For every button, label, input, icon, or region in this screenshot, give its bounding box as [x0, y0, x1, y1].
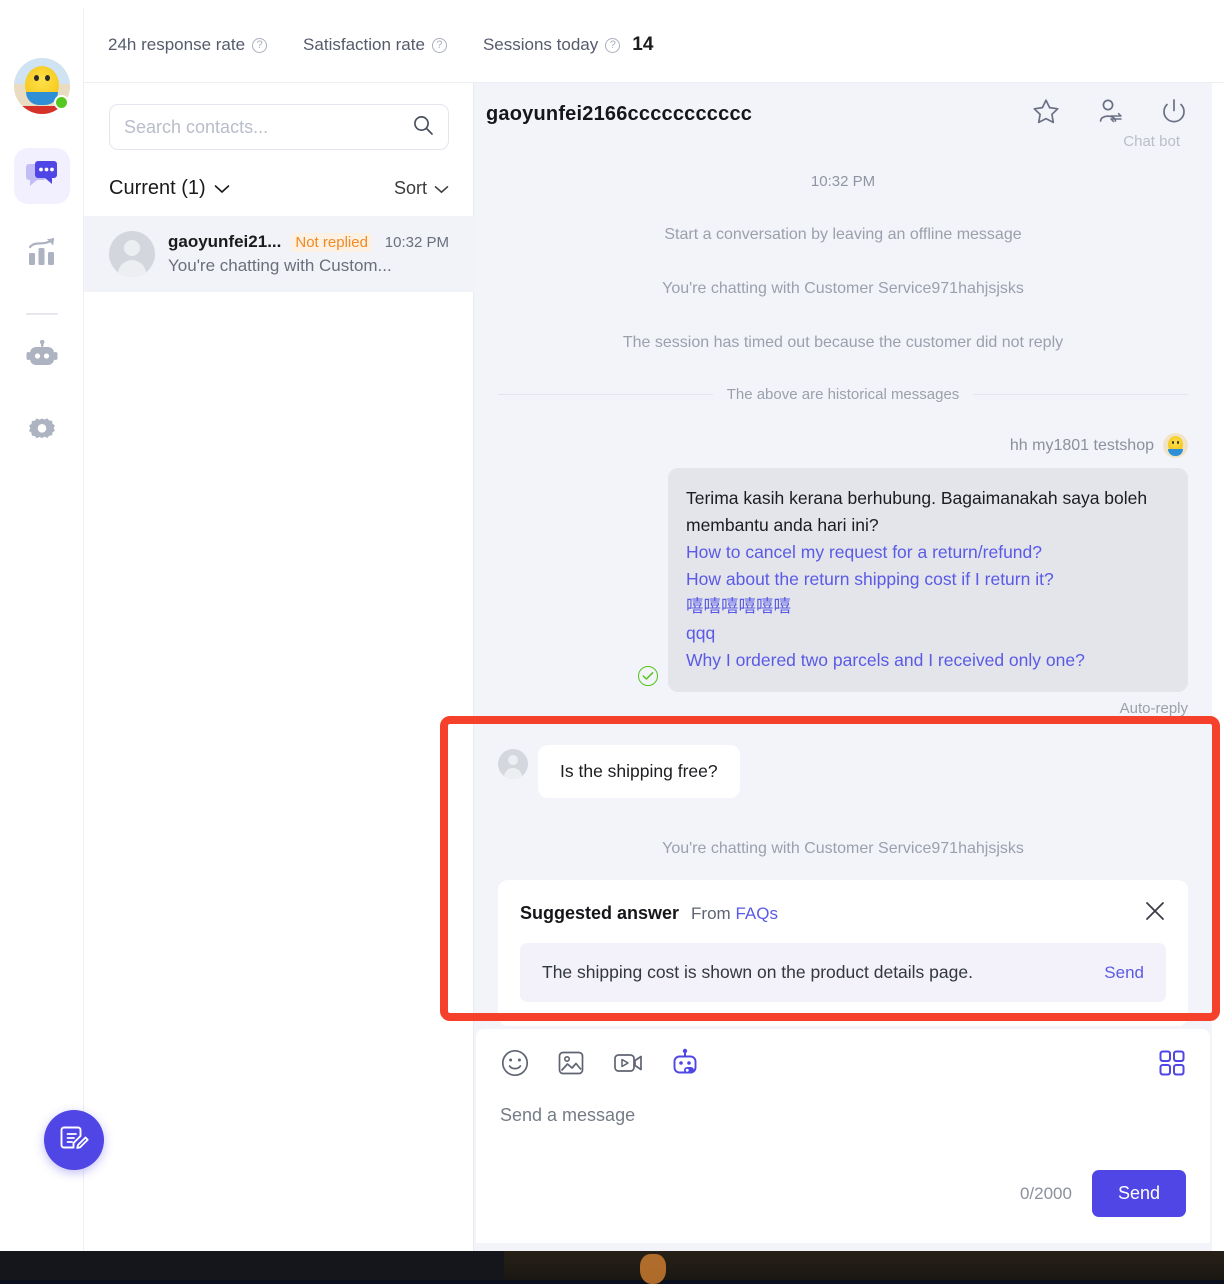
suggested-answer-header: Suggested answer From FAQs	[520, 900, 1166, 927]
metric-label: Sessions today	[482, 35, 599, 54]
search-icon[interactable]	[412, 114, 434, 141]
contacts-filter-row: Current (1) Sort	[109, 168, 449, 208]
image-icon[interactable]	[556, 1048, 586, 1083]
chevron-down-icon	[214, 177, 230, 200]
close-icon[interactable]	[1144, 900, 1166, 927]
incoming-message-row: Is the shipping free?	[498, 745, 1188, 798]
help-icon[interactable]: ?	[431, 37, 447, 53]
current-filter-label: Current (1)	[109, 176, 206, 199]
video-icon[interactable]	[612, 1048, 644, 1083]
avatar	[498, 749, 528, 779]
outgoing-message-row: Terima kasih kerana berhubung. Bagaimana…	[498, 468, 1188, 692]
bot-reply-icon[interactable]	[670, 1048, 700, 1083]
character-count: 0/2000	[1019, 1183, 1072, 1203]
search-contacts-box[interactable]	[109, 104, 449, 150]
sent-check-icon	[638, 666, 658, 686]
from-label: From	[691, 903, 731, 923]
message-text: Terima kasih kerana berhubung. Bagaimana…	[686, 488, 1148, 535]
outgoing-sender-row: hh my1801 testshop	[498, 433, 1188, 458]
message-bubble-outgoing: Terima kasih kerana berhubung. Bagaimana…	[668, 468, 1188, 692]
contact-time: 10:32 PM	[384, 233, 449, 251]
quick-reply-link[interactable]: Why I ordered two parcels and I received…	[686, 647, 1166, 674]
avatar	[1163, 433, 1188, 458]
emoji-icon[interactable]	[500, 1048, 530, 1083]
robot-icon	[26, 339, 58, 377]
settings-gear-icon	[26, 415, 58, 452]
system-message: You're chatting with Customer Service971…	[662, 840, 1024, 857]
faqs-link[interactable]: FAQs	[735, 904, 778, 923]
help-icon[interactable]: ?	[605, 37, 621, 53]
compose-note-icon	[59, 1123, 89, 1158]
sort-dropdown[interactable]: Sort	[394, 178, 449, 199]
avatar	[109, 231, 155, 277]
user-avatar[interactable]	[14, 58, 70, 114]
quick-reply-link[interactable]: qqq	[686, 620, 1166, 647]
sidebar-item-chat[interactable]	[14, 148, 70, 204]
metric-response-rate: 24h response rate ?	[108, 35, 268, 55]
metrics-header: 24h response rate ? Satisfaction rate ? …	[84, 8, 1224, 83]
message-list: 10:32 PM Start a conversation by leaving…	[474, 173, 1212, 1026]
status-badge: Not replied	[291, 232, 372, 252]
sidebar-item-analytics[interactable]	[14, 226, 70, 282]
message-input[interactable]: Send a message	[500, 1105, 1186, 1126]
send-suggested-answer-button[interactable]: Send	[1104, 963, 1144, 983]
app-window: Current (1) Sort gaoyunfei21... Not repl…	[0, 0, 1224, 1251]
contact-snippet: You're chatting with Custom...	[168, 256, 392, 275]
suggested-answer-title: Suggested answer	[520, 903, 680, 923]
auto-reply-label: Auto-reply	[1119, 700, 1188, 717]
quick-reply-link[interactable]: How to cancel my request for a return/re…	[686, 539, 1166, 566]
chat-icon	[25, 159, 59, 194]
compose-note-button[interactable]	[44, 1110, 104, 1170]
chat-header-actions	[1032, 98, 1188, 130]
online-status-dot	[54, 95, 69, 110]
transfer-user-icon[interactable]	[1096, 98, 1124, 130]
analytics-icon	[26, 237, 58, 272]
system-message: The session has timed out because the cu…	[622, 334, 1064, 351]
search-input[interactable]	[124, 116, 412, 138]
star-icon[interactable]	[1032, 98, 1060, 130]
end-session-power-icon[interactable]	[1160, 98, 1188, 130]
suggested-answer-card: Suggested answer From FAQs The shipping …	[498, 880, 1188, 1026]
metric-value: 14	[632, 34, 654, 55]
send-button[interactable]: Send	[1091, 1170, 1186, 1217]
sidebar-divider	[26, 313, 58, 315]
chat-bot-label: Chat bot	[1123, 133, 1180, 150]
quick-reply-link[interactable]: 嘻嘻嘻嘻嘻嘻	[686, 593, 1166, 620]
suggested-answer-text: The shipping cost is shown on the produc…	[542, 962, 973, 982]
metric-label: Satisfaction rate	[303, 35, 425, 54]
background-window-strip	[504, 1248, 1224, 1280]
chevron-down-icon	[434, 178, 449, 199]
page-title: gaoyunfei2166ccccccccccc	[486, 102, 753, 125]
list-item[interactable]: gaoyunfei21... Not replied 10:32 PM You'…	[84, 216, 474, 292]
left-nav-rail	[0, 8, 84, 1251]
contact-details: gaoyunfei21... Not replied 10:32 PM You'…	[168, 232, 449, 276]
current-filter-dropdown[interactable]: Current (1)	[109, 177, 230, 200]
composer-footer: 0/2000 Send	[1020, 1170, 1186, 1217]
right-edge-strip	[1212, 8, 1224, 1251]
message-bubble-incoming: Is the shipping free?	[538, 745, 740, 798]
suggested-answer-source: From FAQs	[691, 904, 778, 924]
history-divider-label: The above are historical messages	[726, 386, 960, 403]
message-timestamp: 10:32 PM	[810, 173, 876, 190]
metric-sessions-today: Sessions today ? 14	[483, 34, 653, 56]
sidebar-item-bot[interactable]	[14, 330, 70, 386]
system-message: Start a conversation by leaving an offli…	[664, 226, 1022, 243]
contacts-panel: Current (1) Sort	[84, 8, 474, 1251]
apps-grid-icon[interactable]	[1158, 1049, 1186, 1082]
suggested-answer-body: The shipping cost is shown on the produc…	[520, 943, 1166, 1002]
system-message: You're chatting with Customer Service971…	[662, 280, 1024, 297]
composer-toolbar	[500, 1047, 1186, 1083]
window-topbar	[0, 0, 1224, 8]
sender-name: hh my1801 testshop	[1009, 436, 1154, 454]
quick-reply-link[interactable]: How about the return shipping cost if I …	[686, 566, 1166, 593]
metric-satisfaction-rate: Satisfaction rate ?	[303, 35, 447, 55]
contact-name: gaoyunfei21...	[168, 232, 282, 251]
history-divider: The above are historical messages	[498, 386, 1188, 403]
help-icon[interactable]: ?	[252, 37, 268, 53]
sort-label: Sort	[393, 177, 427, 198]
sidebar-item-settings[interactable]	[14, 405, 70, 461]
chat-header: gaoyunfei2166ccccccccccc Chat bot	[474, 83, 1212, 150]
message-composer: Send a message 0/2000 Send	[476, 1029, 1210, 1243]
metric-label: 24h response rate	[108, 35, 246, 54]
